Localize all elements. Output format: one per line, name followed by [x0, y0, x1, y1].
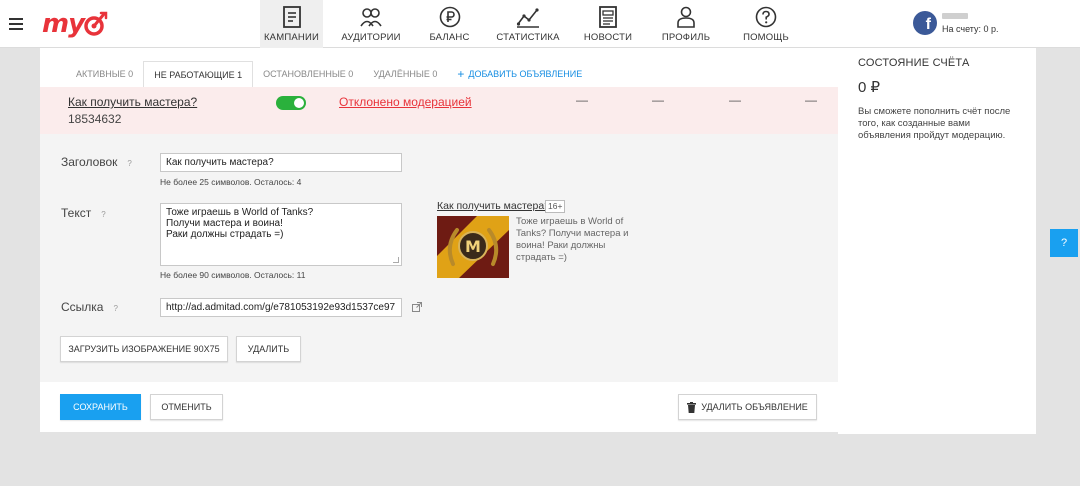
nav-audiences[interactable]: АУДИТОРИИ — [323, 0, 419, 48]
account-balance-value: 0 ₽ — [858, 79, 881, 96]
ad-status-tabs: АКТИВНЫЕ 0 НЕ РАБОТАЮЩИЕ 1 ОСТАНОВЛЕННЫЕ… — [40, 61, 838, 87]
age-rating-badge: 16+ — [545, 200, 566, 213]
menu-icon[interactable] — [9, 18, 23, 30]
headline-label-text: Заголовок — [61, 155, 118, 169]
account-info: На счету: 0 р. — [942, 12, 999, 34]
save-button[interactable]: СОХРАНИТЬ — [60, 394, 141, 420]
nav-campaigns[interactable]: КАМПАНИИ — [260, 0, 323, 48]
nav-label: БАЛАНС — [429, 32, 470, 43]
ad-row[interactable]: Как получить мастера? 18534632 Отклонено… — [40, 87, 838, 134]
ad-enabled-toggle[interactable] — [276, 96, 306, 110]
profile-icon — [677, 6, 695, 28]
help-icon — [755, 6, 777, 28]
external-link-icon[interactable] — [412, 302, 422, 312]
ad-stat-dash: — — [576, 93, 588, 107]
logo-text: my — [42, 9, 85, 39]
nav-label: НОВОСТИ — [583, 32, 633, 43]
tab-stopped[interactable]: ОСТАНОВЛЕННЫЕ 0 — [253, 61, 363, 87]
preview-badge-letter: M — [465, 237, 481, 256]
tab-inactive[interactable]: НЕ РАБОТАЮЩИЕ 1 — [143, 61, 254, 87]
link-label-text: Ссылка — [61, 300, 104, 314]
account-status-text: Вы сможете пополнить счёт после того, ка… — [858, 106, 1011, 141]
headline-hint: Не более 25 символов. Осталось: 4 — [160, 177, 302, 187]
audiences-icon — [360, 8, 382, 27]
headline-input[interactable]: Как получить мастера? — [160, 153, 402, 172]
preview-image: M — [437, 216, 509, 278]
text-textarea[interactable]: Тоже играешь в World of Tanks? Получи ма… — [160, 203, 402, 266]
ad-title-link[interactable]: Как получить мастера? — [68, 95, 197, 109]
preview-title[interactable]: Как получить мастера? — [437, 200, 550, 212]
headline-help-icon[interactable]: ? — [127, 159, 131, 168]
top-bar: my КАМПАНИИ АУДИТОРИИ БАЛАНС СТАТИСТИКА … — [0, 0, 1080, 48]
main-nav: КАМПАНИИ АУДИТОРИИ БАЛАНС СТАТИСТИКА НОВ… — [260, 0, 800, 48]
nav-news[interactable]: НОВОСТИ — [576, 0, 640, 48]
upload-image-button[interactable]: ЗАГРУЗИТЬ ИЗОБРАЖЕНИЕ 90X75 — [60, 336, 228, 362]
help-tab-button[interactable]: ? — [1050, 229, 1078, 257]
nav-label: АУДИТОРИИ — [341, 32, 401, 43]
nav-label: КАМПАНИИ — [263, 32, 320, 43]
ad-stat-dash: — — [805, 93, 817, 107]
account-balance: На счету: 0 р. — [942, 23, 999, 34]
text-line: Раки должны страдать =) — [166, 229, 284, 240]
ad-stat-dash: — — [729, 93, 741, 107]
nav-label: СТАТИСТИКА — [496, 32, 560, 43]
add-ad-label: ДОБАВИТЬ ОБЪЯВЛЕНИЕ — [468, 69, 583, 79]
account-status-panel: СОСТОЯНИЕ СЧЁТА 0 ₽ Вы сможете пополнить… — [838, 48, 1036, 434]
account-name-redacted — [942, 12, 968, 19]
campaign-panel: АКТИВНЫЕ 0 НЕ РАБОТАЮЩИЕ 1 ОСТАНОВЛЕННЫЕ… — [40, 48, 838, 432]
trash-icon — [687, 401, 697, 413]
cancel-button[interactable]: ОТМЕНИТЬ — [150, 394, 223, 420]
delete-ad-button[interactable]: УДАЛИТЬ ОБЪЯВЛЕНИЕ — [678, 394, 817, 420]
text-line: Получи мастера и воина! — [166, 218, 283, 229]
resize-handle[interactable] — [393, 257, 399, 263]
add-ad-link[interactable]: + ДОБАВИТЬ ОБЪЯВЛЕНИЕ — [447, 61, 592, 87]
headline-label: Заголовок? — [61, 155, 132, 169]
remove-image-button[interactable]: УДАЛИТЬ — [236, 336, 301, 362]
news-icon — [599, 6, 617, 28]
preview-text: Тоже играешь в World of Tanks? Получи ма… — [516, 216, 629, 263]
nav-label: ПОМОЩЬ — [743, 32, 789, 43]
logo[interactable]: my — [42, 6, 108, 42]
campaigns-icon — [282, 6, 301, 28]
text-label-text: Текст — [61, 206, 92, 220]
account-menu[interactable]: f На счету: 0 р. — [913, 11, 999, 35]
text-line: Тоже играешь в World of Tanks? — [166, 207, 314, 218]
link-help-icon[interactable]: ? — [113, 304, 117, 313]
text-label: Текст? — [61, 206, 106, 220]
ad-id: 18534632 — [68, 112, 122, 126]
plus-icon: + — [457, 67, 465, 81]
text-hint: Не более 90 символов. Осталось: 11 — [160, 270, 306, 280]
link-input[interactable]: http://ad.admitad.com/g/e781053192e93d15… — [160, 298, 402, 317]
ad-status-rejected[interactable]: Отклонено модерацией — [339, 95, 472, 109]
tab-deleted[interactable]: УДАЛЁННЫЕ 0 — [363, 61, 447, 87]
text-help-icon[interactable]: ? — [101, 210, 105, 219]
link-label: Ссылка? — [61, 300, 118, 314]
ad-stat-dash: — — [652, 93, 664, 107]
facebook-icon: f — [913, 11, 937, 35]
target-logo-icon — [84, 11, 108, 36]
nav-label: ПРОФИЛЬ — [661, 32, 711, 43]
account-status-title: СОСТОЯНИЕ СЧЁТА — [858, 57, 970, 69]
nav-help[interactable]: ПОМОЩЬ — [732, 0, 800, 48]
nav-balance[interactable]: БАЛАНС — [419, 0, 480, 48]
tab-active[interactable]: АКТИВНЫЕ 0 — [66, 61, 143, 87]
delete-ad-label: УДАЛИТЬ ОБЪЯВЛЕНИЕ — [701, 402, 808, 412]
ad-edit-form: Заголовок? Как получить мастера? Не боле… — [40, 134, 838, 382]
ruble-icon — [439, 6, 460, 28]
nav-statistics[interactable]: СТАТИСТИКА — [480, 0, 576, 48]
statistics-icon — [516, 8, 539, 28]
form-footer: СОХРАНИТЬ ОТМЕНИТЬ УДАЛИТЬ ОБЪЯВЛЕНИЕ — [40, 382, 838, 432]
nav-profile[interactable]: ПРОФИЛЬ — [640, 0, 732, 48]
